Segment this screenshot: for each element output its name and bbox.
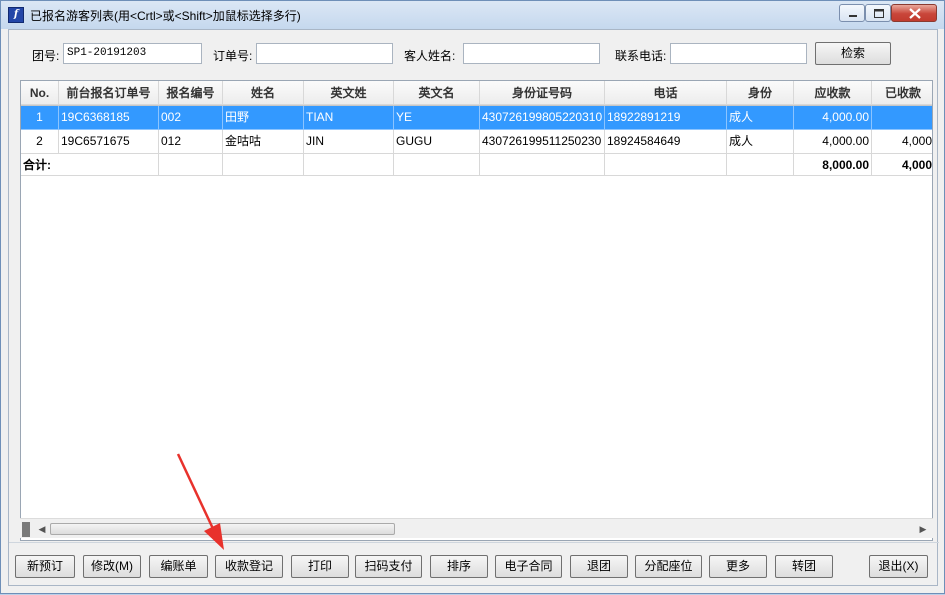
column-header[interactable]: 电话 [605,81,727,105]
print-button[interactable]: 打印 [291,555,349,578]
column-header[interactable]: 身份证号码 [480,81,605,105]
table-row-selected[interactable]: 1 19C6368185 002 田野 TIAN YE 430726199805… [21,106,932,130]
empty-cell [394,154,480,176]
main-window: f 已报名游客列表(用<Crtl>或<Shift>加鼠标选择多行) 团号: SP… [0,0,945,594]
total-receivable: 8,000.00 [794,154,872,176]
assign-seat-button[interactable]: 分配座位 [635,555,702,578]
scroll-left-arrow-icon[interactable]: ◀ [34,521,50,537]
identity-cell: 成人 [727,130,794,154]
english-surname-cell: JIN [304,130,394,154]
english-given-name-cell: YE [394,106,480,130]
empty-cell [223,154,304,176]
row-number: 1 [21,106,59,130]
receivable-cell: 4,000.00 [794,106,872,130]
column-header[interactable]: 已收款 [872,81,932,105]
empty-cell [304,154,394,176]
action-toolbar: 新预订 修改(M) 编账单 收款登记 打印 扫码支付 排序 电子合同 退团 分配… [9,542,939,587]
client-area: 团号: SP1-20191203 订单号: 客人姓名: 联系电话: 检索 No.… [8,29,939,587]
payment-registration-button[interactable]: 收款登记 [215,555,283,578]
horizontal-scrollbar[interactable]: ◀ ▶ [20,518,933,538]
order-number-label: 订单号: [213,49,253,63]
edit-button[interactable]: 修改(M) [83,555,141,578]
column-header[interactable]: No. [21,81,59,105]
app-logo-icon: f [8,7,24,23]
frozen-column-grip[interactable] [22,522,30,537]
close-button[interactable] [891,4,937,22]
scrollbar-thumb[interactable] [50,523,395,535]
maximize-button[interactable] [865,4,891,22]
name-cell: 金咕咕 [223,130,304,154]
window-title: 已报名游客列表(用<Crtl>或<Shift>加鼠标选择多行) [30,9,301,23]
english-surname-cell: TIAN [304,106,394,130]
column-header[interactable]: 英文姓 [304,81,394,105]
minimize-button[interactable] [839,4,865,22]
table-header: No. 前台报名订单号 报名编号 姓名 英文姓 英文名 身份证号码 电话 身份 … [21,81,932,106]
total-row: 合计: 8,000.00 4,000 [21,154,932,176]
phone-input[interactable] [670,43,807,64]
received-cell: 4,000 [872,130,932,154]
column-header[interactable]: 英文名 [394,81,480,105]
empty-cell [605,154,727,176]
column-header[interactable]: 应收款 [794,81,872,105]
guest-table[interactable]: No. 前台报名订单号 报名编号 姓名 英文姓 英文名 身份证号码 电话 身份 … [20,80,933,541]
transfer-group-button[interactable]: 转团 [775,555,833,578]
guest-name-label: 客人姓名: [404,49,456,63]
column-header[interactable]: 身份 [727,81,794,105]
empty-cell [59,154,159,176]
column-header[interactable]: 前台报名订单号 [59,81,159,105]
registration-number-cell: 002 [159,106,223,130]
receivable-cell: 4,000.00 [794,130,872,154]
total-received: 4,000 [872,154,932,176]
phone-label: 联系电话: [615,49,667,63]
id-number-cell: 430726199511250230 [480,130,605,154]
received-cell [872,106,932,130]
exit-button[interactable]: 退出(X) [869,555,928,578]
order-number-input[interactable] [256,43,393,64]
empty-cell [159,154,223,176]
title-bar[interactable]: f 已报名游客列表(用<Crtl>或<Shift>加鼠标选择多行) [1,1,944,29]
column-header[interactable]: 报名编号 [159,81,223,105]
e-contract-button[interactable]: 电子合同 [495,555,562,578]
table-row[interactable]: 2 19C6571675 012 金咕咕 JIN GUGU 4307261995… [21,130,932,154]
empty-cell [480,154,605,176]
scroll-right-arrow-icon[interactable]: ▶ [915,521,931,537]
order-number-cell: 19C6571675 [59,130,159,154]
maximize-icon [874,9,884,18]
minimize-icon [849,15,857,17]
new-booking-button[interactable]: 新预订 [15,555,75,578]
name-cell: 田野 [223,106,304,130]
id-number-cell: 430726199805220310 [480,106,605,130]
scan-pay-button[interactable]: 扫码支付 [355,555,422,578]
registration-number-cell: 012 [159,130,223,154]
guest-name-input[interactable] [463,43,600,64]
group-number-label: 团号: [32,49,60,63]
sort-button[interactable]: 排序 [430,555,488,578]
phone-cell: 18922891219 [605,106,727,130]
search-button[interactable]: 检索 [815,42,891,65]
order-number-cell: 19C6368185 [59,106,159,130]
quit-group-button[interactable]: 退团 [570,555,628,578]
identity-cell: 成人 [727,106,794,130]
search-bar: 团号: SP1-20191203 订单号: 客人姓名: 联系电话: 检索 [9,30,939,78]
row-number: 2 [21,130,59,154]
total-label: 合计: [21,154,59,176]
edit-bill-button[interactable]: 编账单 [149,555,208,578]
close-icon [909,8,921,19]
group-number-input[interactable]: SP1-20191203 [63,43,202,64]
more-button[interactable]: 更多 [709,555,767,578]
empty-cell [727,154,794,176]
phone-cell: 18924584649 [605,130,727,154]
column-header[interactable]: 姓名 [223,81,304,105]
english-given-name-cell: GUGU [394,130,480,154]
